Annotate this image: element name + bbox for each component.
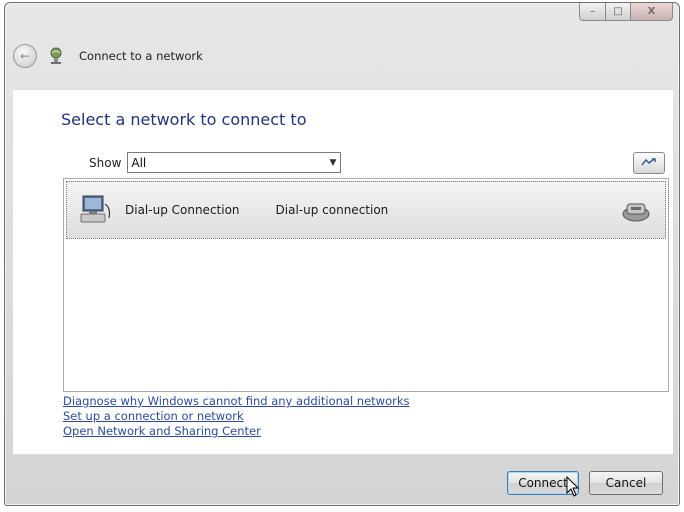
maximize-icon: □ [613, 5, 623, 17]
setup-connection-link[interactable]: Set up a connection or network [63, 409, 409, 424]
diagnose-link[interactable]: Diagnose why Windows cannot find any add… [63, 394, 409, 409]
dialup-icon [80, 195, 111, 223]
show-filter: Show All ▼ [89, 152, 342, 173]
caption-buttons: – □ X [579, 3, 673, 21]
show-dropdown-value: All [131, 155, 147, 170]
minimize-icon: – [590, 5, 595, 17]
network-sharing-center-link[interactable]: Open Network and Sharing Center [63, 424, 409, 439]
network-icon [47, 47, 65, 65]
network-item-dialup[interactable]: Dial-up Connection Dial-up connection [66, 181, 666, 239]
network-list[interactable]: Dial-up Connection Dial-up connection [63, 178, 669, 392]
network-type: Dial-up connection [275, 203, 389, 217]
close-icon: X [647, 5, 656, 17]
refresh-button[interactable] [633, 152, 665, 174]
refresh-icon [641, 158, 656, 166]
page-heading: Select a network to connect to [61, 110, 307, 129]
connect-network-window: – □ X ← Connect to a network Select a ne… [4, 2, 680, 506]
modem-icon [622, 203, 650, 222]
footer-buttons: Connect Cancel [507, 471, 663, 495]
maximize-button[interactable]: □ [606, 3, 631, 21]
back-arrow-icon: ← [19, 49, 31, 63]
help-links: Diagnose why Windows cannot find any add… [63, 394, 409, 439]
back-button[interactable]: ← [13, 44, 37, 68]
cancel-button[interactable]: Cancel [589, 471, 663, 495]
mouse-cursor-icon [566, 476, 580, 497]
show-label: Show [89, 155, 122, 170]
navigation-bar: ← Connect to a network [13, 41, 203, 71]
close-button[interactable]: X [631, 3, 673, 21]
chevron-down-icon: ▼ [329, 157, 337, 168]
show-dropdown[interactable]: All ▼ [127, 152, 342, 173]
content-area: Select a network to connect to Show All … [13, 89, 673, 455]
window-title: Connect to a network [79, 49, 203, 63]
network-name: Dial-up Connection [125, 203, 240, 217]
minimize-button[interactable]: – [579, 3, 606, 21]
